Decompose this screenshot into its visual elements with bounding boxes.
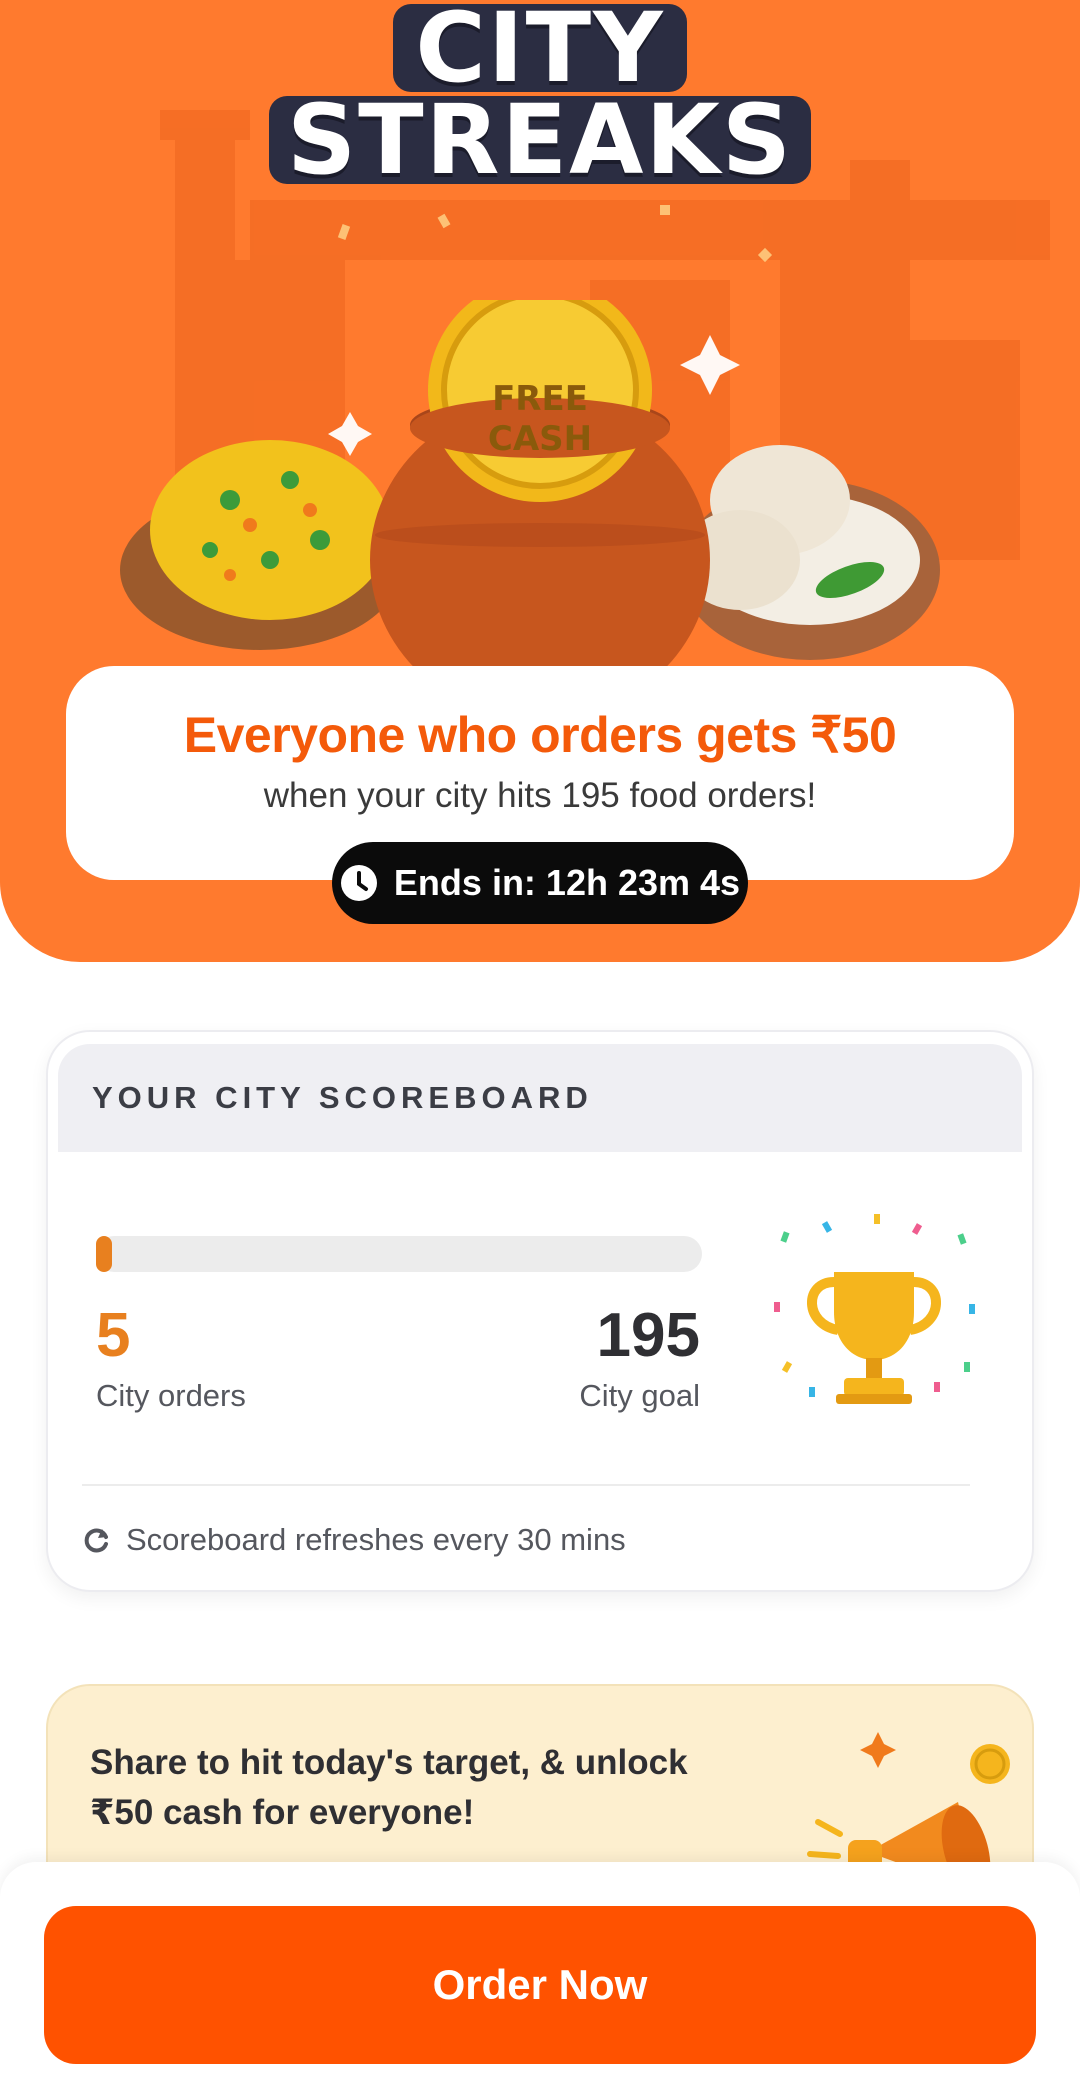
city-streaks-logo: CITY STREAKS [0,0,1080,188]
promo-headline: Everyone who orders gets ₹50 [183,707,897,763]
coin-text-line1: FREE [492,379,588,419]
coin-text-line2: CASH [488,419,592,459]
orders-progress-fill [96,1236,112,1272]
logo-line-2: STREAKS [269,92,811,188]
order-now-button[interactable]: Order Now [44,1906,1036,2064]
share-text: Share to hit today's target, & unlock ₹5… [90,1738,730,1838]
scoreboard-divider [82,1484,970,1486]
promo-subline: when your city hits 195 food orders! [263,776,817,815]
timer-text: Ends in: 12h 23m 4s [393,862,741,903]
city-orders-value: 5 [96,1301,131,1370]
refresh-note: Scoreboard refreshes every 30 mins [82,1522,626,1558]
refresh-icon [84,1528,108,1553]
scoreboard-header: YOUR CITY SCOREBOARD [58,1044,1022,1152]
city-scoreboard-card: YOUR CITY SCOREBOARD 5 City orders 195 C… [46,1030,1034,1592]
hero-banner: CITY STREAKS FREE CASH Everyone who orde… [0,0,1080,962]
scoreboard-title: YOUR CITY SCOREBOARD [92,1080,593,1115]
countdown-timer: Ends in: 12h 23m 4s [332,842,748,924]
city-goal-value: 195 [596,1301,700,1370]
city-goal-label: City goal [579,1378,700,1413]
refresh-note-text: Scoreboard refreshes every 30 mins [126,1522,626,1557]
bottom-action-bar: Order Now [0,1862,1080,2076]
food-pot-illustration: FREE CASH [120,300,940,680]
share-line-1: Share to hit today's target, & unlock [90,1743,688,1782]
share-line-2: ₹50 cash for everyone! [90,1793,475,1832]
city-orders-label: City orders [96,1378,246,1413]
orders-progress-bar [96,1236,702,1272]
trophy-icon [774,1214,975,1404]
logo-line-1: CITY [393,0,687,96]
clock-icon [340,865,377,901]
